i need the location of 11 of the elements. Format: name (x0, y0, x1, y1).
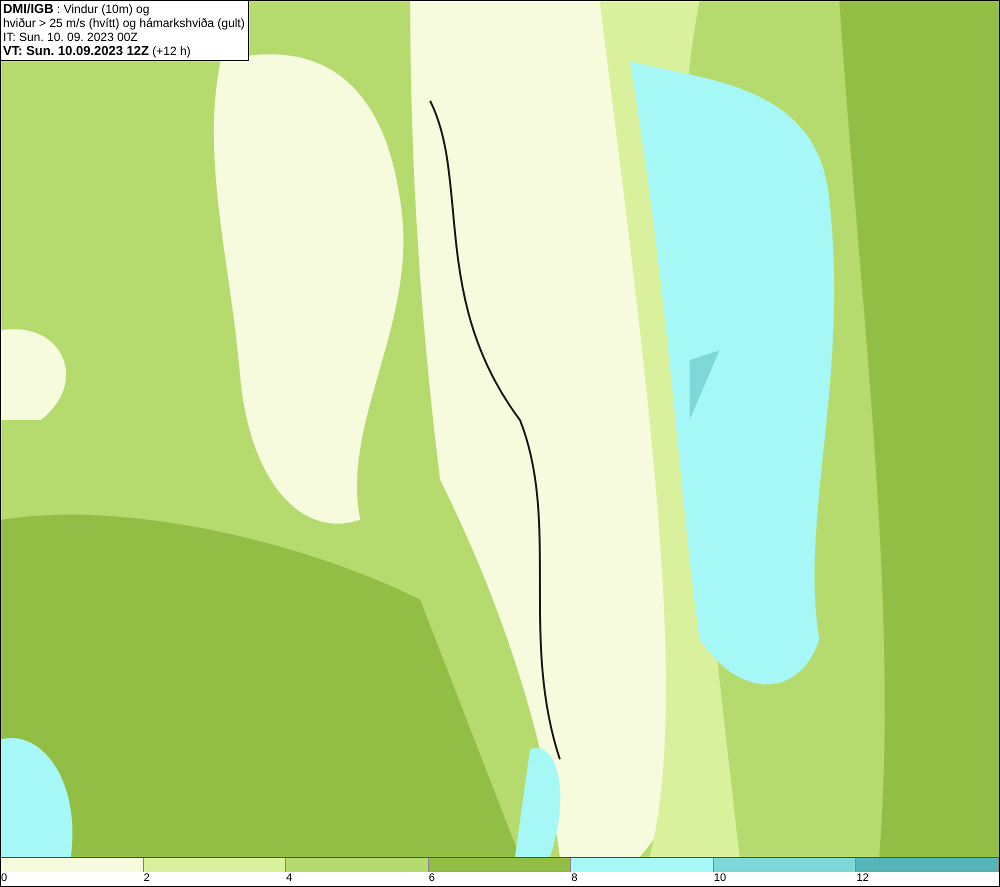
legend-label: 8 (571, 872, 578, 886)
legend-label: 0 (1, 872, 8, 886)
legend-label: 10 (714, 872, 726, 886)
title-line: hviður > 25 m/s (hvítt) og hámarkshviða (gult) (3, 16, 245, 30)
title-line: VT: Sun. 10.09.2023 12Z (+12 h) (3, 44, 192, 58)
legend-label: 2 (144, 872, 150, 886)
title-line: DMI/IGB : Vindur (10m) og (3, 2, 150, 16)
legend-label: 6 (428, 872, 435, 886)
legend-label: 12 (856, 872, 869, 886)
title-line: IT: Sun. 10. 09. 2023 00Z (3, 30, 139, 44)
legend-label: 4 (286, 872, 292, 886)
